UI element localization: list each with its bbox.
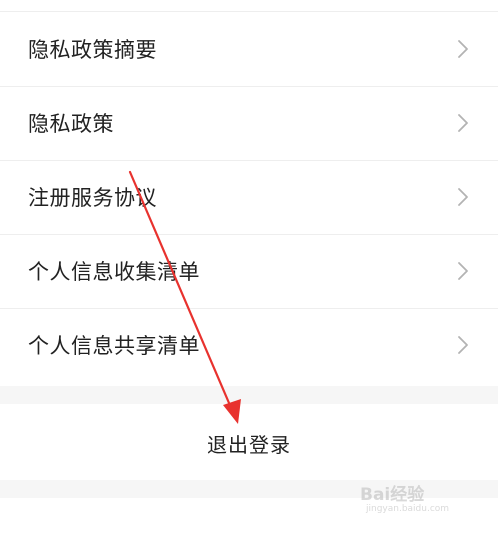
list-item-label: 注册服务协议 <box>28 186 157 210</box>
list-item-label: 隐私政策 <box>28 112 114 136</box>
list-item-registration-agreement[interactable]: 注册服务协议 <box>0 160 498 234</box>
settings-list: 隐私政策摘要 隐私政策 注册服务协议 个人信息收集清单 个人信息共享清单 <box>0 12 498 382</box>
baidu-jingyan-watermark: Bai经验 jingyan.baidu.com <box>360 480 486 520</box>
chevron-right-icon <box>452 186 474 208</box>
top-strip <box>0 0 498 12</box>
list-item-label: 个人信息收集清单 <box>28 260 200 284</box>
logout-label: 退出登录 <box>207 432 291 457</box>
list-item-label: 隐私政策摘要 <box>28 38 157 62</box>
chevron-right-icon <box>452 260 474 282</box>
logout-button[interactable]: 退出登录 <box>0 404 498 480</box>
watermark-site: jingyan.baidu.com <box>366 504 450 514</box>
chevron-right-icon <box>452 112 474 134</box>
list-item-label: 个人信息共享清单 <box>28 334 200 358</box>
section-gap <box>0 386 498 404</box>
watermark-brand: Bai经验 <box>360 485 425 505</box>
chevron-right-icon <box>452 334 474 356</box>
list-item-info-collection[interactable]: 个人信息收集清单 <box>0 234 498 308</box>
list-item-info-sharing[interactable]: 个人信息共享清单 <box>0 308 498 382</box>
chevron-right-icon <box>452 38 474 60</box>
list-item-privacy-summary[interactable]: 隐私政策摘要 <box>0 12 498 86</box>
list-item-privacy-policy[interactable]: 隐私政策 <box>0 86 498 160</box>
